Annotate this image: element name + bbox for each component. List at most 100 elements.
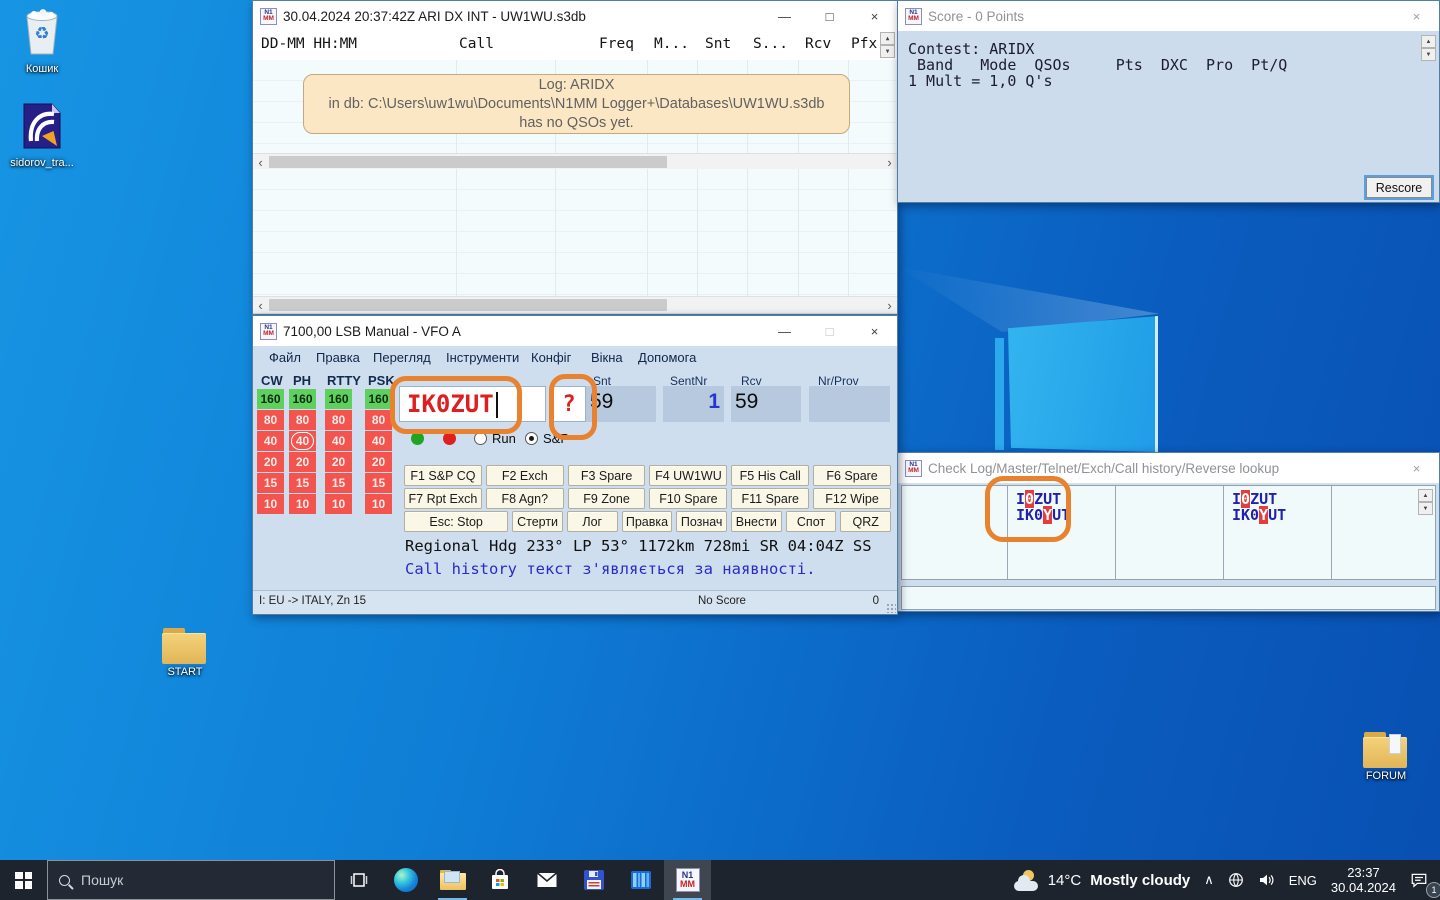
log-col-rcv[interactable]: Rcv [805,36,831,52]
store-button[interactable] [476,860,523,900]
maximize-button[interactable]: □ [807,316,852,346]
sp-radio-label[interactable]: S&P [543,431,569,446]
archive-app-button[interactable] [617,860,664,900]
band-psk-20[interactable]: 20 [365,452,392,472]
wipe-button[interactable]: Стерти [512,511,563,532]
scrollbar-thumb[interactable] [269,299,667,311]
action-center-button[interactable]: 1 [1403,860,1440,900]
f5-button[interactable]: F5 His Call [731,465,809,486]
edge-button[interactable] [382,860,429,900]
sp-radio-selected[interactable] [525,432,538,445]
band-cw-40[interactable]: 40 [257,431,284,451]
log-hscrollbar-lower[interactable]: ‹ › [253,296,897,313]
log-window-titlebar[interactable]: N1MM 30.04.2024 20:37:42Z ARI DX INT - U… [253,1,897,32]
band-rtty-80[interactable]: 80 [325,410,352,430]
language-indicator[interactable]: ENG [1282,860,1324,900]
close-button[interactable]: × [852,1,897,31]
band-cw-160[interactable]: 160 [257,389,284,409]
close-button[interactable]: × [852,316,897,346]
desktop-icon-forum-folder[interactable]: FORUM [1344,732,1428,782]
band-ph-40-selected[interactable]: 40 [289,431,316,451]
score-window-titlebar[interactable]: N1MM Score - 0 Points × [898,1,1439,32]
snt-field[interactable]: 59 [586,386,656,422]
menu-edit[interactable]: Правка [316,350,360,365]
f2-button[interactable]: F2 Exch [486,465,564,486]
scroll-left-icon[interactable]: ‹ [253,297,268,313]
spot-button[interactable]: Спот [786,511,837,532]
minimize-button[interactable]: — [762,1,807,31]
n1mm-taskbar-button[interactable]: N1MM [664,860,711,900]
esc-stop-button[interactable]: Esc: Stop [404,511,508,532]
band-rtty-15[interactable]: 15 [325,473,352,493]
f4-button[interactable]: F4 UW1WU [649,465,727,486]
f9-button[interactable]: F9 Zone [568,488,646,509]
maximize-button[interactable]: □ [807,1,852,31]
band-psk-10[interactable]: 10 [365,494,392,514]
desktop-icon-start-folder[interactable]: START [143,628,227,678]
network-button[interactable] [1221,860,1251,900]
scroll-right-icon[interactable]: › [882,297,897,313]
check-spinner[interactable]: ▲ ▼ [1418,489,1433,515]
menu-view[interactable]: Перегляд [373,350,431,365]
nrprov-field[interactable] [809,386,890,422]
band-ph-10[interactable]: 10 [289,494,316,514]
f1-button[interactable]: F1 S&P CQ [404,465,482,486]
band-psk-40[interactable]: 40 [365,431,392,451]
scroll-right-icon[interactable]: › [882,154,897,170]
f7-button[interactable]: F7 Rpt Exch [404,488,482,509]
backup-app-button[interactable] [570,860,617,900]
band-rtty-20[interactable]: 20 [325,452,352,472]
score-spinner[interactable]: ▲ ▼ [1421,35,1436,61]
search-input[interactable] [79,871,323,889]
weather-widget[interactable]: 14°C Mostly cloudy [1007,860,1198,900]
band-ph-160[interactable]: 160 [289,389,316,409]
tray-overflow-button[interactable]: ∧ [1197,860,1221,900]
f10-button[interactable]: F10 Spare [649,488,727,509]
band-rtty-40[interactable]: 40 [325,431,352,451]
f6-button[interactable]: F6 Spare [813,465,891,486]
band-rtty-160[interactable]: 160 [325,389,352,409]
band-psk-160[interactable]: 160 [365,389,392,409]
log-col-pfx[interactable]: Pfx [851,36,877,52]
band-cw-20[interactable]: 20 [257,452,284,472]
scroll-up-icon[interactable]: ▲ [1421,35,1436,48]
log-hscrollbar-upper[interactable]: ‹ › [253,153,897,170]
log-col-mode[interactable]: M... [654,36,689,52]
menu-windows[interactable]: Вікна [591,350,623,365]
rescore-button[interactable]: Rescore [1366,177,1432,198]
desktop-icon-sidorov-file[interactable]: sidorov_tra... [0,102,84,169]
check-partial-indicator[interactable]: ? [552,386,586,422]
minimize-button[interactable]: — [762,316,807,346]
store-button[interactable]: Внести [731,511,782,532]
log-header-spinner[interactable]: ▲ ▼ [880,32,895,58]
scroll-down-icon[interactable]: ▼ [1421,48,1436,61]
f11-button[interactable]: F11 Spare [731,488,809,509]
reverse-suggestion-2[interactable]: IK0YUT [1232,507,1286,524]
desktop-icon-recycle-bin[interactable]: ♻ Кошик [0,8,84,75]
band-cw-80[interactable]: 80 [257,410,284,430]
mail-button[interactable] [523,860,570,900]
band-cw-10[interactable]: 10 [257,494,284,514]
callsign-input[interactable]: IK0ZUT [399,386,546,422]
log-col-datetime[interactable]: DD-MM HH:MM [261,36,357,52]
close-button[interactable]: × [1394,1,1439,31]
log-col-freq[interactable]: Freq [599,36,634,52]
qrz-button[interactable]: QRZ [840,511,891,532]
scroll-up-icon[interactable]: ▲ [1418,489,1433,502]
f12-button[interactable]: F12 Wipe [813,488,891,509]
edit-button[interactable]: Правка [622,511,673,532]
menu-help[interactable]: Допомога [638,350,696,365]
band-psk-80[interactable]: 80 [365,410,392,430]
start-button[interactable] [0,860,47,900]
menu-config[interactable]: Конфіг [531,350,571,365]
entry-window-titlebar[interactable]: N1MM 7100,00 LSB Manual - VFO A — □ × [253,316,897,347]
band-psk-15[interactable]: 15 [365,473,392,493]
log-button[interactable]: Лог [567,511,618,532]
taskbar-search[interactable] [47,860,335,900]
f3-button[interactable]: F3 Spare [568,465,646,486]
run-radio[interactable] [474,432,487,445]
run-radio-label[interactable]: Run [492,431,516,446]
band-ph-20[interactable]: 20 [289,452,316,472]
volume-button[interactable] [1251,860,1282,900]
sentnr-field[interactable]: 1 [663,386,724,422]
